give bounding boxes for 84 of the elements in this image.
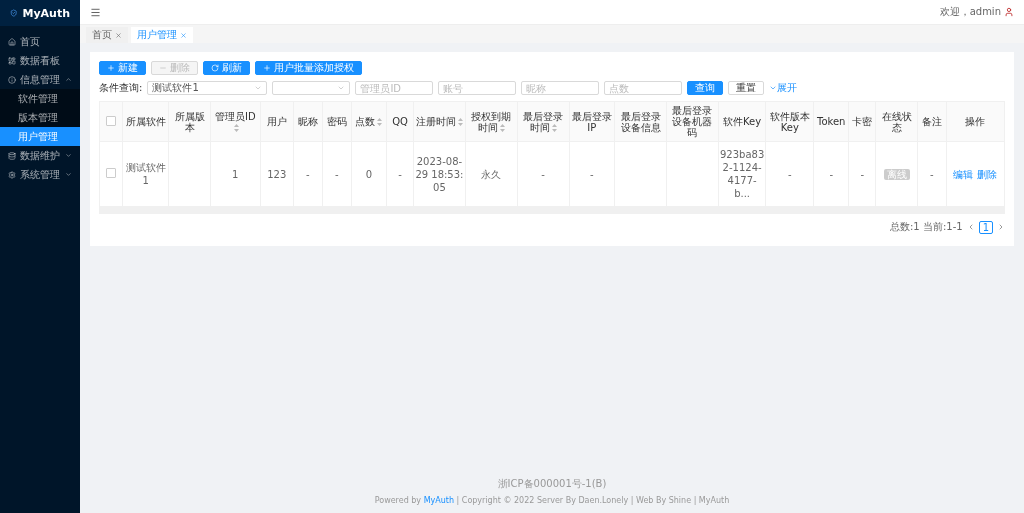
row-checkbox[interactable] <box>105 167 116 178</box>
column-header[interactable]: 管理员ID <box>210 101 261 142</box>
select-field[interactable]: 测试软件1 <box>147 81 268 95</box>
table-cell: 923ba832-1124-4177-b... <box>718 141 766 207</box>
sort-icon[interactable] <box>233 123 239 132</box>
column-header: 在线状态 <box>875 101 918 142</box>
filter-label: 条件查询: <box>99 81 143 95</box>
table-cell: 123 <box>260 141 294 207</box>
table-cell: - <box>322 141 352 207</box>
chevron-down-icon <box>65 152 72 159</box>
table-cell: - <box>293 141 323 207</box>
refresh-icon <box>211 64 219 72</box>
table-cell: - <box>569 141 615 207</box>
column-header: 软件Key <box>718 101 766 142</box>
database-icon <box>8 151 16 160</box>
sort-icon[interactable] <box>551 123 557 132</box>
column-header: Token <box>813 101 849 142</box>
plus-icon <box>107 64 115 72</box>
sidebar-item[interactable]: 数据维护 <box>0 146 80 165</box>
chevron-down-icon <box>65 171 72 178</box>
table-cell: - <box>517 141 569 207</box>
table-cell: 永久 <box>465 141 518 207</box>
sidebar-item[interactable]: 首页 <box>0 32 80 51</box>
column-header[interactable]: 点数 <box>351 101 387 142</box>
table-cell: - <box>917 141 947 207</box>
column-header: 备注 <box>917 101 947 142</box>
shield-icon <box>10 6 18 20</box>
menu-icon[interactable] <box>90 6 101 18</box>
chevron-up-icon <box>65 76 72 83</box>
dashboard-icon <box>8 56 16 65</box>
sidebar-subitem[interactable]: 版本管理 <box>0 108 80 127</box>
column-header: 软件版本Key <box>765 101 814 142</box>
sidebar-subitem[interactable]: 软件管理 <box>0 89 80 108</box>
close-icon[interactable] <box>115 31 122 39</box>
column-header: 最后登录IP <box>569 101 615 142</box>
page-tab[interactable]: 首页 <box>86 27 128 43</box>
column-header: 密码 <box>322 101 352 142</box>
welcome-text: 欢迎，admin <box>939 5 1014 19</box>
input-field[interactable]: 管理员ID <box>355 81 434 95</box>
icp-text: 浙ICP备000001号-1(B) <box>497 477 607 491</box>
select-all-checkbox[interactable] <box>105 115 116 126</box>
table-cell: - <box>765 141 814 207</box>
credits-text: Powered by MyAuth | Copyright © 2022 Server By Daen.Lonely | Web By Shine | MyAuth <box>374 496 730 505</box>
table-cell: - <box>386 141 414 207</box>
column-header[interactable]: 注册时间 <box>413 101 466 142</box>
avatar-icon[interactable] <box>1004 7 1014 17</box>
reset-button[interactable]: 重置 <box>728 81 765 95</box>
table-cell: - <box>813 141 849 207</box>
column-header: 最后登录设备信息 <box>614 101 667 142</box>
column-header: 昵称 <box>293 101 323 142</box>
column-header[interactable]: 最后登录时间 <box>517 101 569 142</box>
info-icon <box>8 75 16 84</box>
column-header: QQ <box>386 101 414 142</box>
next-page-icon[interactable] <box>997 223 1005 231</box>
close-icon[interactable] <box>180 31 187 39</box>
pagination-summary: 总数:1 当前:1-1 <box>890 220 963 234</box>
sidebar-item[interactable]: 信息管理 <box>0 70 80 89</box>
chevron-down-icon <box>254 84 263 92</box>
chevron-down-icon <box>337 84 346 92</box>
column-header: 所属软件 <box>122 101 169 142</box>
table-cell: - <box>848 141 876 207</box>
sort-icon[interactable] <box>457 118 463 126</box>
plus-icon <box>263 64 271 72</box>
input-field[interactable]: 账号 <box>438 81 517 95</box>
sidebar-item[interactable]: 数据看板 <box>0 51 80 70</box>
column-header: 用户 <box>260 101 294 142</box>
column-header: 操作 <box>946 101 1005 142</box>
select-field[interactable] <box>272 81 351 95</box>
column-header: 最后登录设备机器码 <box>666 101 719 142</box>
settings-icon <box>8 170 16 179</box>
table-cell: 测试软件1 <box>122 141 169 207</box>
chevron-down-icon <box>769 84 778 92</box>
table-cell: 1 <box>210 141 261 207</box>
column-header: 卡密 <box>848 101 876 142</box>
table-cell: 0 <box>351 141 387 207</box>
brand-name: MyAuth <box>22 6 70 20</box>
home-icon <box>8 37 16 46</box>
sidebar-item[interactable]: 系统管理 <box>0 165 80 184</box>
input-field[interactable]: 点数 <box>604 81 683 95</box>
sort-icon[interactable] <box>499 123 505 132</box>
column-header[interactable]: 授权到期时间 <box>465 101 518 142</box>
column-header: 所属版本 <box>168 101 211 142</box>
sort-icon[interactable] <box>377 118 383 126</box>
table-cell: 2023-08-29 18:53:05 <box>413 141 466 207</box>
